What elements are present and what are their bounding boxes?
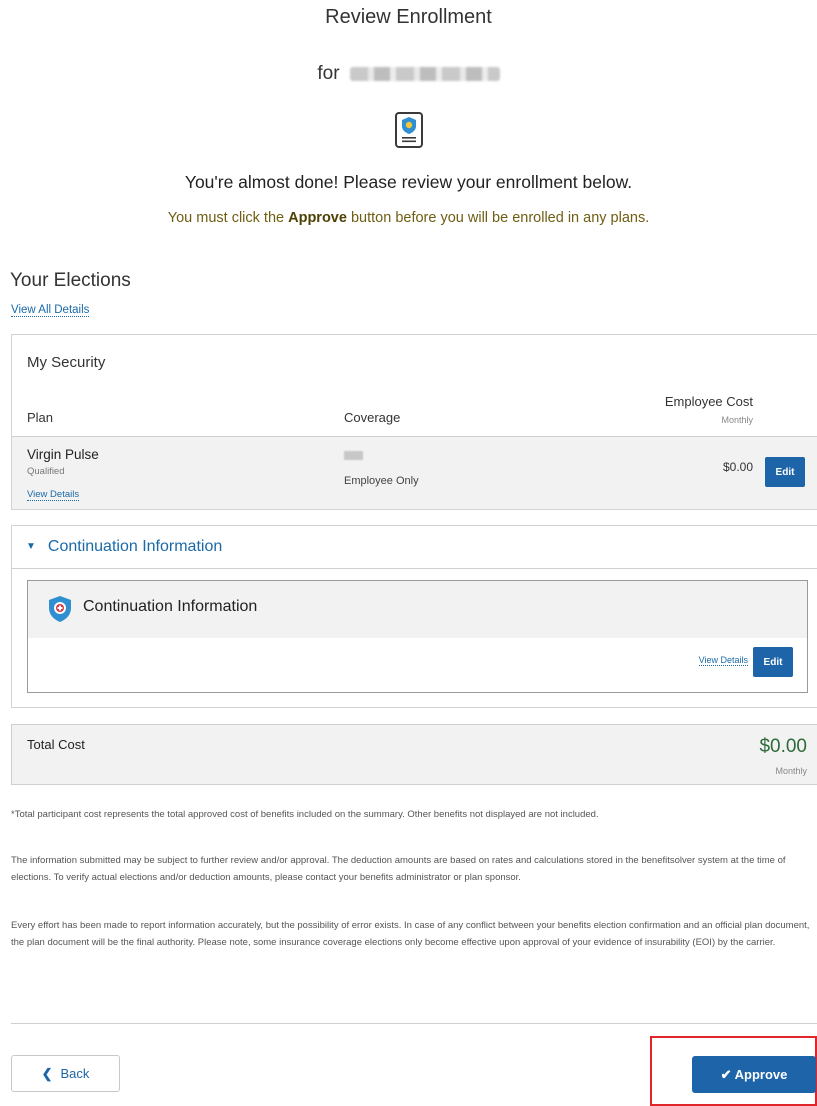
- instruction-approve-word: Approve: [288, 210, 347, 226]
- edit-continuation-button[interactable]: Edit: [753, 647, 793, 677]
- caret-down-icon: ▼: [26, 541, 36, 552]
- panel-title: My Security: [27, 354, 106, 371]
- back-button[interactable]: ❮ Back: [11, 1055, 120, 1092]
- column-header-cost-period: Monthly: [721, 415, 753, 425]
- cost-value: $0.00: [722, 460, 753, 474]
- chevron-left-icon: ❮: [41, 1065, 53, 1081]
- instruction-suffix: button before you will be enrolled in an…: [346, 210, 650, 226]
- continuation-toggle[interactable]: ▼ Continuation Information: [26, 538, 222, 556]
- edit-plan-button[interactable]: Edit: [765, 457, 805, 487]
- my-security-panel: My Security Plan Coverage Employee Cost …: [11, 334, 817, 510]
- shield-cross-icon: [49, 596, 71, 622]
- plan-status: Qualified: [27, 466, 65, 477]
- plan-view-details-link[interactable]: View Details: [27, 489, 80, 501]
- total-cost-period: Monthly: [775, 766, 807, 776]
- approve-instruction: You must click the Approve button before…: [0, 210, 817, 226]
- checkmark-icon: ✔: [720, 1066, 732, 1082]
- disclaimer-cost: *Total participant cost represents the t…: [11, 809, 599, 820]
- disclaimer-review: The information submitted may be subject…: [11, 855, 786, 883]
- back-button-label: Back: [60, 1065, 90, 1081]
- continuation-card-header: Continuation Information: [28, 581, 807, 638]
- column-header-plan: Plan: [27, 410, 54, 425]
- for-label: for: [317, 63, 340, 84]
- continuation-view-details-link[interactable]: View Details: [698, 655, 748, 666]
- enrollee-line: for: [0, 63, 817, 85]
- document-shield-icon: [395, 112, 423, 148]
- divider: [12, 568, 817, 569]
- redacted-coverage: [344, 451, 363, 460]
- total-cost-value: $0.00: [759, 736, 807, 757]
- elections-heading: Your Elections: [10, 270, 131, 291]
- table-row: Virgin Pulse Qualified View Details Empl…: [12, 437, 817, 509]
- continuation-card: Continuation Information View Details Ed…: [27, 580, 808, 693]
- coverage-value: Employee Only: [344, 475, 419, 487]
- continuation-card-title: Continuation Information: [83, 598, 258, 615]
- page-title: Review Enrollment: [325, 6, 492, 28]
- approve-button[interactable]: ✔ Approve: [692, 1056, 816, 1093]
- redacted-name: [349, 66, 500, 81]
- almost-done-message: You're almost done! Please review your e…: [184, 172, 633, 192]
- disclaimer-accuracy: Every effort has been made to report inf…: [11, 920, 810, 948]
- instruction-prefix: You must click the: [167, 210, 289, 226]
- divider: [11, 1023, 817, 1024]
- column-header-coverage: Coverage: [344, 410, 401, 425]
- continuation-panel: ▼ Continuation Information Continuation I…: [11, 525, 817, 708]
- continuation-toggle-label: Continuation Information: [47, 538, 223, 555]
- total-cost-label: Total Cost: [27, 737, 85, 752]
- plan-name: Virgin Pulse: [27, 447, 99, 462]
- approve-button-label: Approve: [734, 1066, 788, 1082]
- column-header-employee-cost: Employee Cost: [664, 394, 753, 409]
- view-all-details-link[interactable]: View All Details: [11, 304, 90, 317]
- total-cost-panel: Total Cost $0.00 Monthly: [11, 724, 817, 785]
